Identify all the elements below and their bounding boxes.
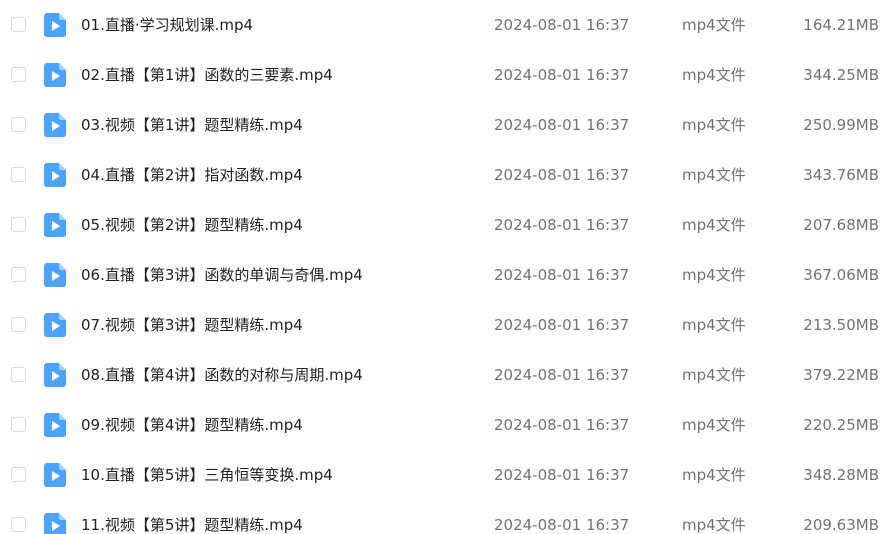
video-file-icon [44,213,66,237]
video-file-icon [44,63,66,87]
file-row[interactable]: 02.直播【第1讲】函数的三要素.mp4 2024-08-01 16:37 mp… [0,50,884,100]
file-size: 213.50MB [803,316,879,334]
file-size: 343.76MB [803,166,879,184]
row-checkbox[interactable] [11,417,26,432]
file-row[interactable]: 09.视频【第4讲】题型精练.mp4 2024-08-01 16:37 mp4文… [0,400,884,450]
row-checkbox[interactable] [11,217,26,232]
row-checkbox[interactable] [11,467,26,482]
row-checkbox[interactable] [11,167,26,182]
video-file-icon [44,263,66,287]
file-type: mp4文件 [682,16,746,34]
row-checkbox[interactable] [11,267,26,282]
video-file-icon [44,363,66,387]
file-type: mp4文件 [682,66,746,84]
file-row[interactable]: 06.直播【第3讲】函数的单调与奇偶.mp4 2024-08-01 16:37 … [0,250,884,300]
video-file-icon [44,463,66,487]
file-row[interactable]: 05.视频【第2讲】题型精练.mp4 2024-08-01 16:37 mp4文… [0,200,884,250]
file-date: 2024-08-01 16:37 [494,316,630,334]
file-date: 2024-08-01 16:37 [494,166,630,184]
row-checkbox[interactable] [11,67,26,82]
file-type: mp4文件 [682,216,746,234]
file-name[interactable]: 01.直播·学习规划课.mp4 [81,15,253,35]
file-size: 379.22MB [803,366,879,384]
file-type: mp4文件 [682,466,746,484]
file-row[interactable]: 04.直播【第2讲】指对函数.mp4 2024-08-01 16:37 mp4文… [0,150,884,200]
file-date: 2024-08-01 16:37 [494,416,630,434]
file-date: 2024-08-01 16:37 [494,516,630,534]
video-file-icon [44,113,66,137]
file-name[interactable]: 07.视频【第3讲】题型精练.mp4 [81,315,303,335]
video-file-icon [44,163,66,187]
row-checkbox[interactable] [11,517,26,532]
row-checkbox[interactable] [11,117,26,132]
file-size: 344.25MB [803,66,879,84]
file-date: 2024-08-01 16:37 [494,66,630,84]
file-date: 2024-08-01 16:37 [494,466,630,484]
file-type: mp4文件 [682,166,746,184]
row-checkbox[interactable] [11,367,26,382]
file-type: mp4文件 [682,316,746,334]
video-file-icon [44,513,66,534]
file-size: 348.28MB [803,466,879,484]
file-name[interactable]: 09.视频【第4讲】题型精练.mp4 [81,415,303,435]
file-type: mp4文件 [682,116,746,134]
file-row[interactable]: 08.直播【第4讲】函数的对称与周期.mp4 2024-08-01 16:37 … [0,350,884,400]
file-row[interactable]: 10.直播【第5讲】三角恒等变换.mp4 2024-08-01 16:37 mp… [0,450,884,500]
video-file-icon [44,313,66,337]
file-size: 367.06MB [803,266,879,284]
file-size: 220.25MB [803,416,879,434]
file-name[interactable]: 03.视频【第1讲】题型精练.mp4 [81,115,303,135]
file-name[interactable]: 10.直播【第5讲】三角恒等变换.mp4 [81,465,333,485]
file-row[interactable]: 01.直播·学习规划课.mp4 2024-08-01 16:37 mp4文件 1… [0,0,884,50]
file-date: 2024-08-01 16:37 [494,266,630,284]
file-name[interactable]: 02.直播【第1讲】函数的三要素.mp4 [81,65,333,85]
video-file-icon [44,13,66,37]
file-size: 209.63MB [803,516,879,534]
file-row[interactable]: 11.视频【第5讲】题型精练.mp4 2024-08-01 16:37 mp4文… [0,500,884,534]
file-size: 250.99MB [803,116,879,134]
file-date: 2024-08-01 16:37 [494,116,630,134]
file-name[interactable]: 11.视频【第5讲】题型精练.mp4 [81,515,303,534]
row-checkbox[interactable] [11,17,26,32]
row-checkbox[interactable] [11,317,26,332]
file-type: mp4文件 [682,416,746,434]
file-name[interactable]: 06.直播【第3讲】函数的单调与奇偶.mp4 [81,265,363,285]
file-name[interactable]: 04.直播【第2讲】指对函数.mp4 [81,165,303,185]
file-date: 2024-08-01 16:37 [494,16,630,34]
file-name[interactable]: 05.视频【第2讲】题型精练.mp4 [81,215,303,235]
file-name[interactable]: 08.直播【第4讲】函数的对称与周期.mp4 [81,365,363,385]
file-row[interactable]: 07.视频【第3讲】题型精练.mp4 2024-08-01 16:37 mp4文… [0,300,884,350]
file-size: 207.68MB [803,216,879,234]
video-file-icon [44,413,66,437]
file-type: mp4文件 [682,516,746,534]
file-type: mp4文件 [682,266,746,284]
file-date: 2024-08-01 16:37 [494,366,630,384]
file-date: 2024-08-01 16:37 [494,216,630,234]
file-list: 01.直播·学习规划课.mp4 2024-08-01 16:37 mp4文件 1… [0,0,884,534]
file-size: 164.21MB [803,16,879,34]
file-row[interactable]: 03.视频【第1讲】题型精练.mp4 2024-08-01 16:37 mp4文… [0,100,884,150]
file-type: mp4文件 [682,366,746,384]
